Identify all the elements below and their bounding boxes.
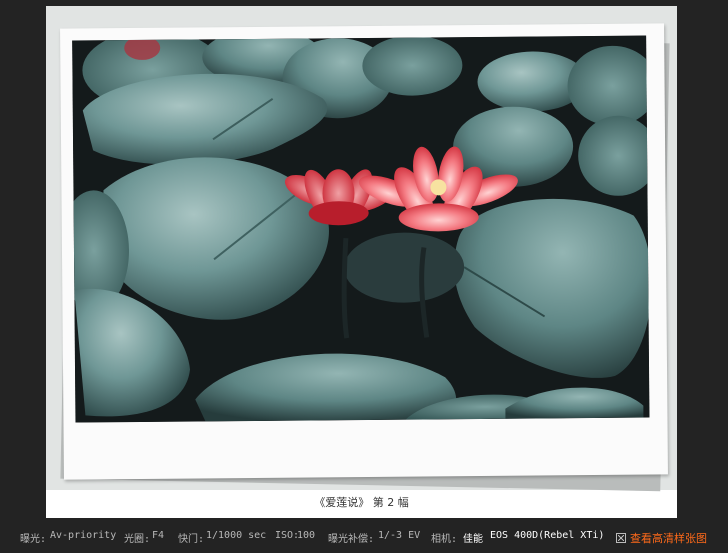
aperture-label: 光圈: (124, 534, 151, 545)
exif-status-bar: 曝光: Av-priority 光圈: F4 快门: 1/1000 sec IS… (0, 524, 728, 550)
polaroid-card (60, 23, 668, 480)
image-icon (616, 533, 626, 543)
view-hd-sample-link[interactable]: 查看高清样张图 (616, 530, 707, 546)
view-hd-sample-label: 查看高清样张图 (630, 532, 707, 545)
shutter-value: 1/1000 sec (206, 530, 267, 541)
lotus-photo-image (72, 35, 650, 423)
lotus-photo[interactable] (72, 35, 650, 423)
iso-label: ISO: (275, 530, 300, 541)
camera-brand: 佳能 (463, 534, 483, 545)
camera-model: EOS 400D(Rebel XTi) (490, 530, 605, 541)
camera-label: 相机: (431, 534, 458, 545)
exposure-label: 曝光: (20, 534, 47, 545)
shutter-label: 快门: (178, 534, 205, 545)
ev-value: 1/-3 EV (378, 530, 421, 541)
exposure-value: Av-priority (50, 530, 117, 541)
iso-value: 100 (297, 530, 316, 541)
ev-label: 曝光补偿: (328, 534, 375, 545)
photo-viewer: 《爱莲说》 第 2 幅 (46, 6, 677, 518)
aperture-value: F4 (152, 530, 165, 541)
photo-caption: 《爱莲说》 第 2 幅 (314, 496, 409, 509)
